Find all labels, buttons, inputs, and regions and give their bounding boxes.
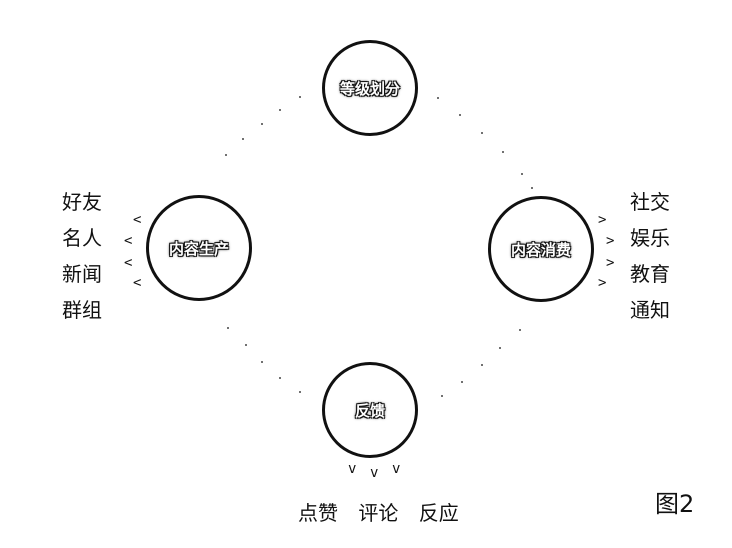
list-item: 群组 (62, 298, 102, 322)
list-item: 好友 (62, 190, 102, 214)
diagram-canvas: 等级划分 内容生产 内容消费 反馈 < < < < > > > > v v v … (0, 0, 732, 548)
node-content-production-label: 内容生产 (168, 239, 229, 258)
node-level-division-label: 等级划分 (339, 79, 400, 98)
node-feedback-label: 反馈 (354, 401, 385, 420)
left-chevron-icon: < (124, 255, 133, 271)
down-chevron-icon: v (348, 461, 357, 477)
list-item: 点赞 (298, 501, 338, 525)
figure-label: 图2 (655, 490, 695, 518)
left-chevron-icon: < (133, 275, 142, 291)
right-chevron-icon: > (606, 233, 615, 249)
production-sources-list: 好友 名人 新闻 群组 (62, 184, 102, 328)
down-chevron-icon: v (392, 461, 401, 477)
list-item: 名人 (62, 226, 102, 250)
left-chevron-icon: < (133, 212, 142, 228)
node-content-consumption: 内容消费 (488, 196, 594, 302)
node-level-division: 等级划分 (322, 40, 418, 136)
node-feedback: 反馈 (322, 362, 418, 458)
list-item: 社交 (630, 190, 670, 214)
list-item: 娱乐 (630, 226, 670, 250)
right-chevron-icon: > (598, 275, 607, 291)
node-content-consumption-label: 内容消费 (510, 240, 571, 259)
list-item: 教育 (630, 262, 670, 286)
right-chevron-icon: > (606, 255, 615, 271)
node-content-production: 内容生产 (146, 195, 252, 301)
down-chevron-icon: v (370, 465, 379, 481)
right-chevron-icon: > (598, 212, 607, 228)
feedback-types-list: 点赞 评论 反应 (298, 497, 473, 526)
left-chevron-icon: < (124, 233, 133, 249)
list-item: 新闻 (62, 262, 102, 286)
consumption-types-list: 社交 娱乐 教育 通知 (630, 184, 670, 328)
list-item: 反应 (418, 501, 459, 525)
list-item: 评论 (358, 501, 399, 525)
list-item: 通知 (630, 298, 670, 322)
